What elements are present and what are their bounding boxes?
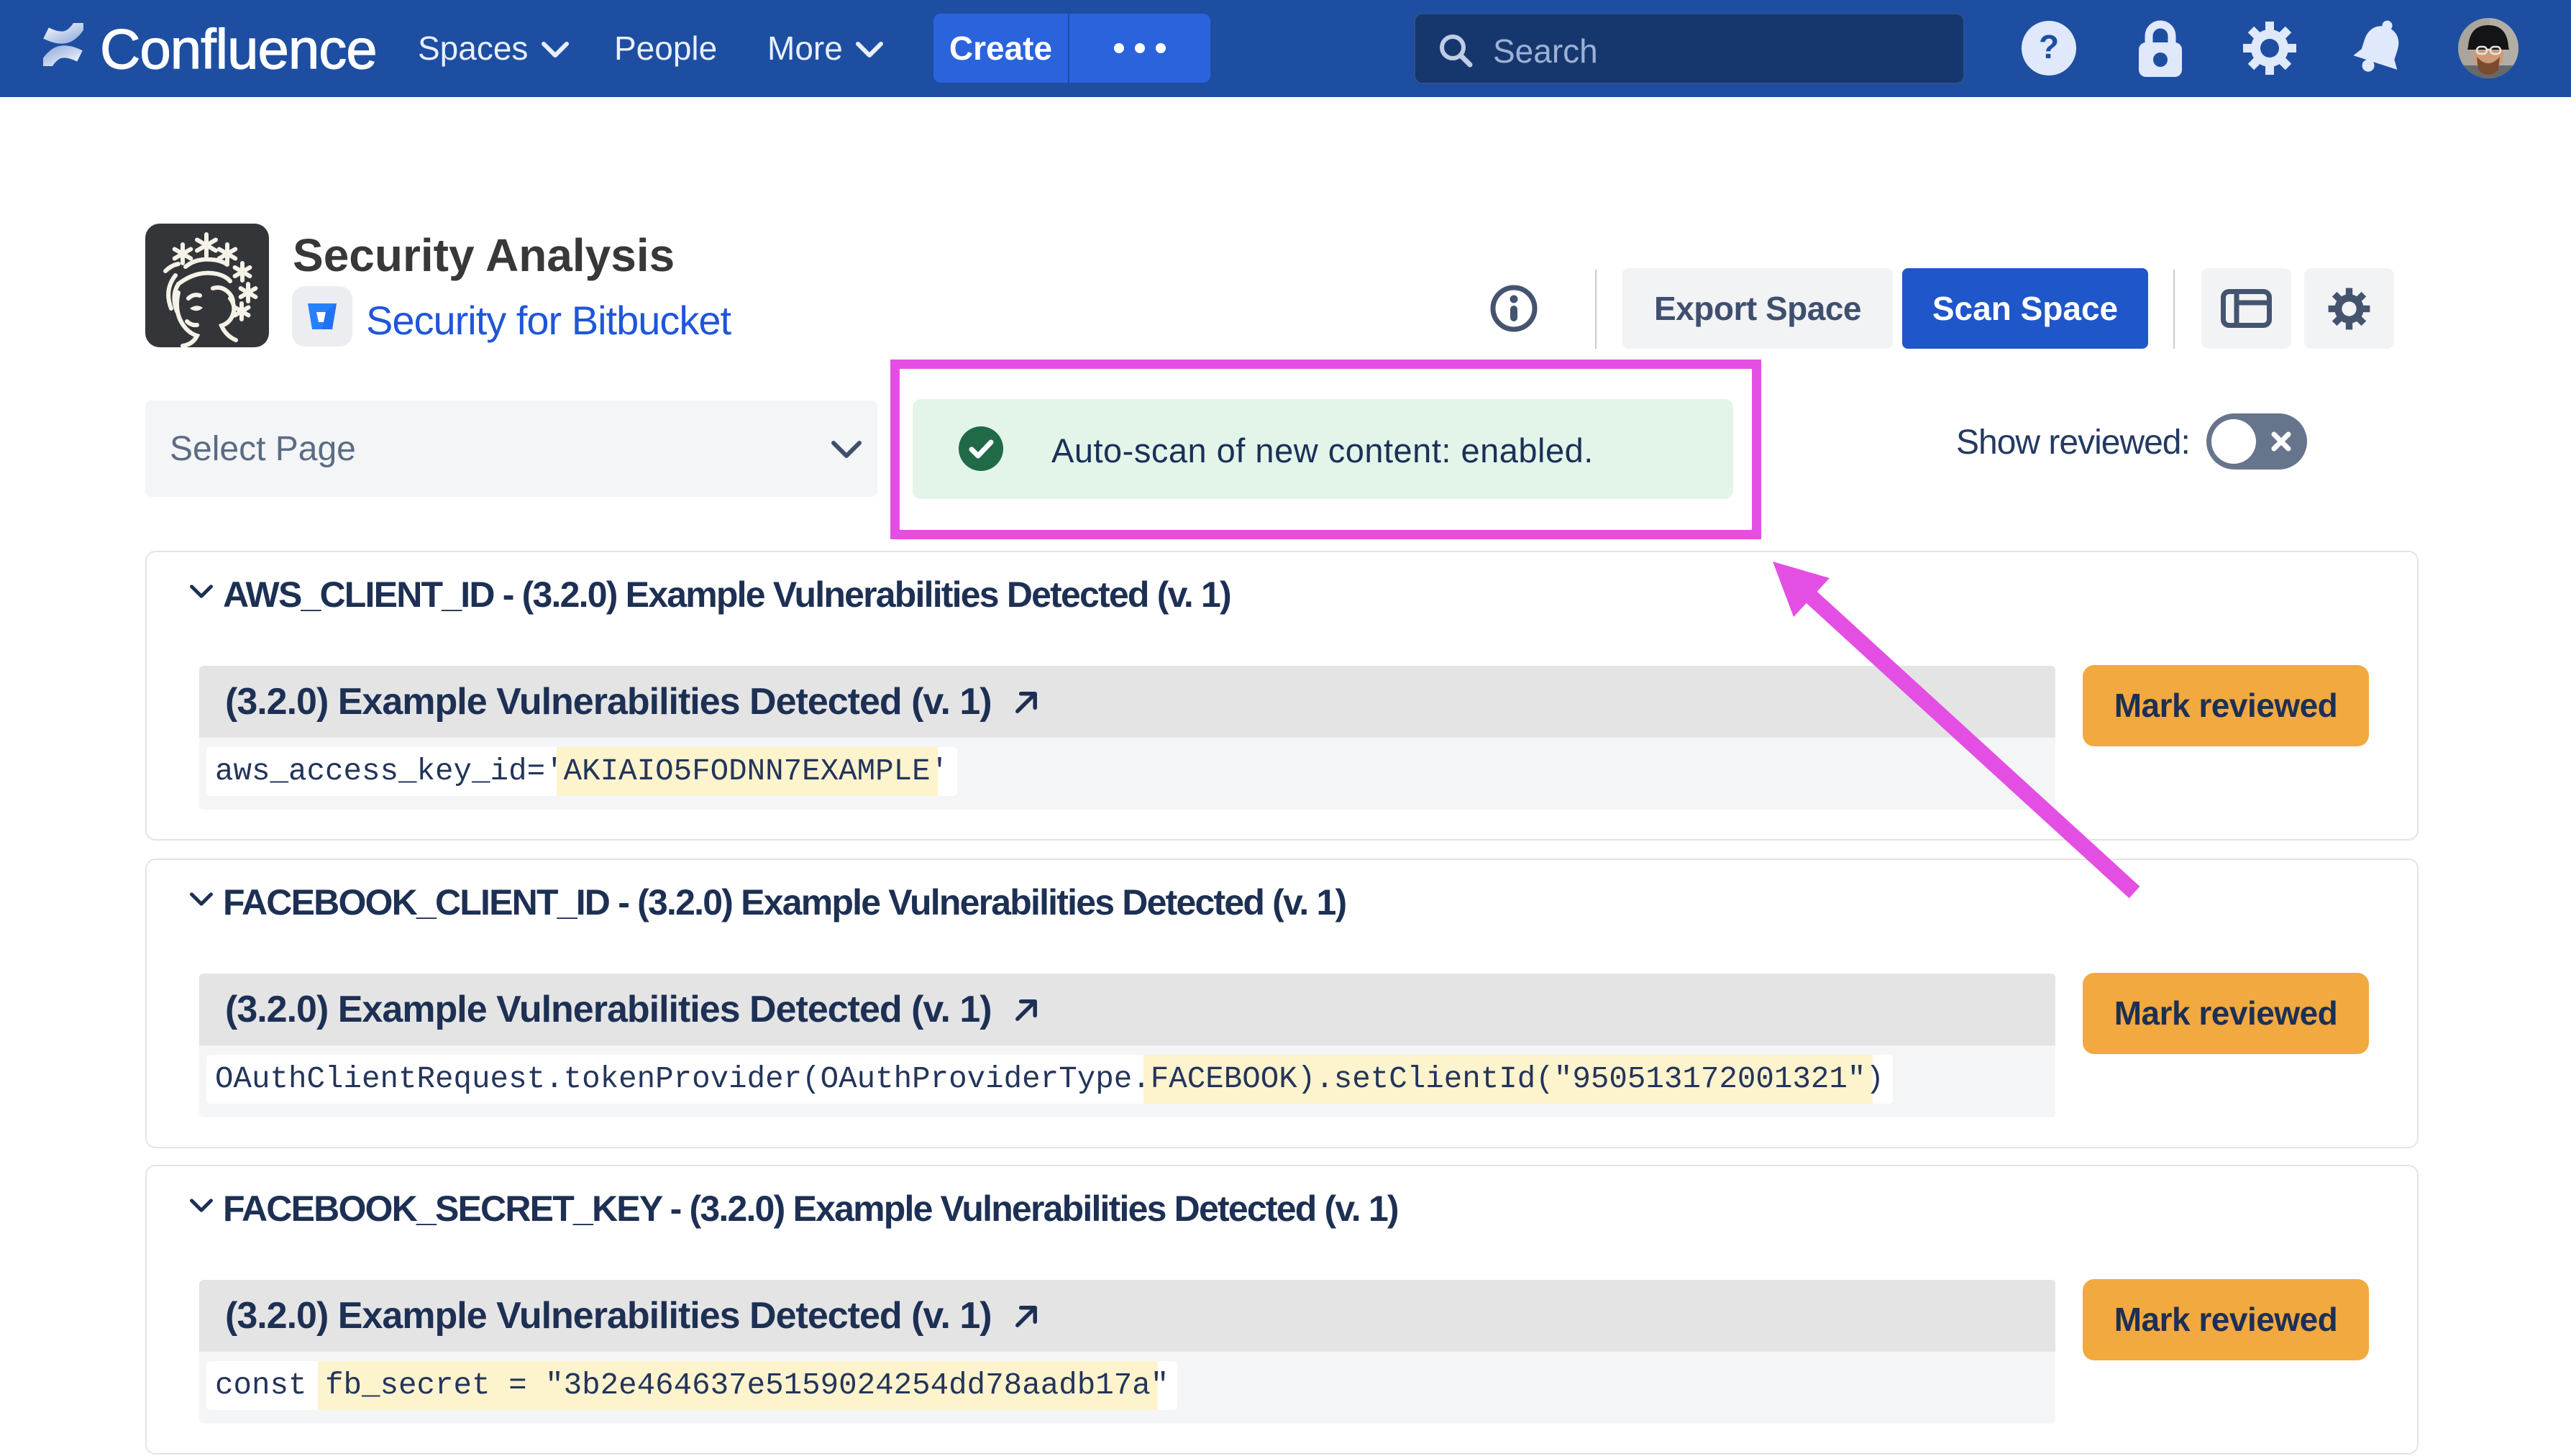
svg-text:?: ? (2039, 28, 2059, 65)
